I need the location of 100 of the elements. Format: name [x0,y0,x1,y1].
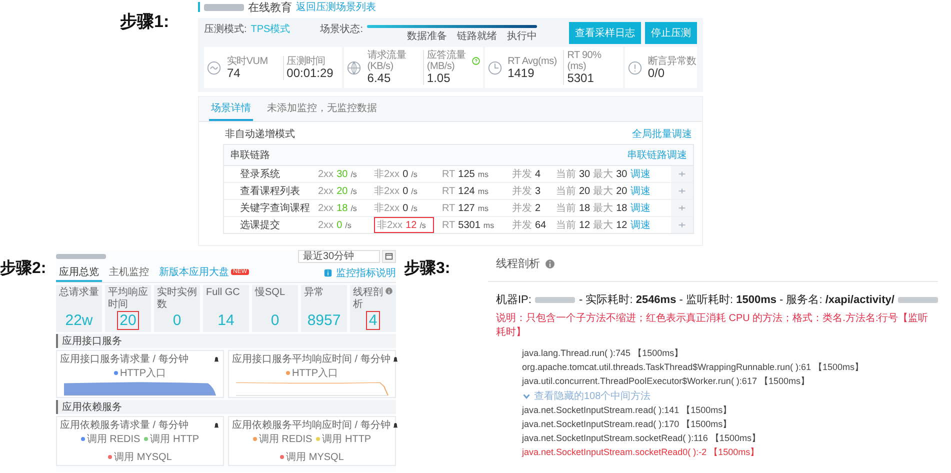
ok-label: 2xx [318,202,334,214]
ok-rate: 20 [336,186,348,196]
metric-label: 请求流量 (KB/s) [367,50,408,72]
calendar-icon [385,252,393,260]
stack-frame: java.net.SocketInputStream.read( ):141 【1500ms】 [522,404,938,417]
stat-value: 22w [64,312,94,329]
api-name: 选课提交 [239,218,281,233]
unit-label: ms [483,220,494,230]
stack-frame: java.net.SocketInputStream.socketRead0( ):-2 【1500ms】 [522,446,938,459]
info-icon [324,269,332,277]
current-value: 12 [579,220,590,230]
tab[interactable]: 场景详情 [209,97,253,121]
unit-label: ms [478,204,489,212]
info-icon [545,258,555,268]
timing-text: - 实际耗时: 2546ms - 监听耗时: 1500ms - 服务名: /xapi/activity/ [578,292,894,307]
metric-value: 5301 [567,72,595,85]
help-link[interactable]: 监控指标说明 [336,266,396,280]
unit-label: /s [350,204,357,212]
alert-icon [628,60,642,74]
chart-title: 应用接口服务平均响应时间 / 每分钟 [232,352,390,366]
speed-link[interactable]: 调速 [630,201,650,215]
wave-icon [207,60,221,74]
step-label: 步骤2: [0,258,48,279]
api-name: 查看课程列表 [239,184,301,199]
metric-value: 74 [227,66,242,80]
step-label: 步骤3: [404,258,452,279]
stack-frame: java.net.SocketInputStream.read( ):170 【1500ms】 [522,418,938,431]
page-title: 在线教育 [248,0,292,14]
chevron-down-icon [522,392,531,400]
current-value: 20 [579,186,590,196]
stack-frame: java.net.SocketInputStream.socketRead( ):116 【1500ms】 [522,432,938,445]
rt-label: RT [442,168,456,180]
redacted-text [898,296,938,302]
chart-title: 应用依赖服务平均响应时间 / 每分钟 [232,418,390,432]
ok-label: 2xx [318,186,334,196]
batch-speed-link[interactable]: 全局批量调速 [632,127,692,141]
tab[interactable]: 未添加监控，无监控数据 [265,97,379,121]
max-value: 30 [616,168,628,180]
max-value: 20 [616,186,628,196]
concurrency-value: 4 [535,168,541,180]
action-button[interactable]: 停止压测 [645,22,697,44]
tab[interactable]: 主机监控 [106,264,152,282]
expand-link[interactable]: 查看隐藏的108个中间方法 [522,389,938,403]
error-label: 非2xx [377,218,403,232]
time-range-field[interactable]: 最近30分钟 [298,250,380,262]
stat-value: 20 [118,312,138,329]
chain-speed-link[interactable]: 串联链路调速 [627,148,687,162]
rt-label: RT [442,186,456,196]
mode-value: TPS模式 [250,22,290,36]
rt-value: 5301 [458,220,480,230]
calendar-button[interactable] [382,250,396,262]
stat-value: 14 [216,312,236,329]
back-link[interactable]: 返回压测场景列表 [296,0,376,14]
concurrency-value: 64 [535,220,546,230]
section-title: 应用依赖服务 [56,400,396,414]
max-label: 最大 [593,218,614,232]
unit-label: /s [411,186,418,196]
tab[interactable]: 应用总览 [56,264,102,282]
bell-icon[interactable] [213,356,220,362]
error-rate: 12 [406,220,417,230]
legend-label: 调用 HTTP [322,433,372,446]
globe-icon [347,60,362,74]
current-label: 当前 [556,184,576,198]
max-label: 最大 [593,202,614,215]
metric-label: 断言异常数 [648,56,694,66]
metric-value: 0/0 [648,66,666,80]
unit-label: /s [345,220,352,230]
bell-icon[interactable] [392,356,400,362]
speed-link[interactable]: 调速 [630,167,650,181]
legend-label: 调用 MYSQL [114,451,172,464]
stat-title: 慢SQL [255,287,286,299]
stat-value: 0 [270,312,280,329]
machine-ip-label: 机器IP: [496,293,532,307]
current-label: 当前 [556,168,576,181]
error-rate: 0 [402,168,408,180]
chart-title: 应用依赖服务请求量 / 每分钟 [60,418,188,432]
section-title: 非自动递增模式 [225,128,295,141]
stat-title: Full GC [206,287,240,299]
metric-value: 1.05 [426,72,450,85]
ok-rate: 18 [336,202,348,214]
status-label: 场景状态: [320,22,364,36]
action-button[interactable]: 查看采样日志 [569,22,641,44]
legend-label: 调用 REDIS [86,433,140,446]
error-rate: 0 [402,186,408,196]
concurrency-value: 2 [535,202,541,214]
max-value: 18 [616,202,628,214]
bell-icon[interactable] [213,422,220,428]
speed-link[interactable]: 调速 [630,218,650,232]
rt-label: RT [442,220,456,230]
unit-label: /s [411,204,418,212]
stage-label: 执行中 [507,30,538,43]
stat-value: 0 [172,312,182,329]
bell-icon[interactable] [392,422,400,428]
metric-value: 1419 [508,66,534,80]
redacted-text [204,4,244,10]
rt-value: 127 [458,202,475,214]
max-value: 12 [616,220,628,230]
stage-label: 数据准备 [407,30,448,43]
speed-link[interactable]: 调速 [630,184,650,198]
clock-icon [488,60,502,74]
